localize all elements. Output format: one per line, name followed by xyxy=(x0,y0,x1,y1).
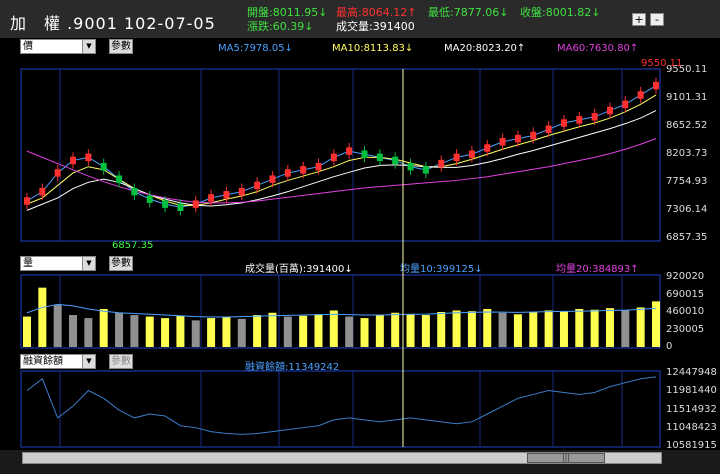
candle-body xyxy=(284,169,291,177)
volume-bar xyxy=(268,312,277,347)
volume-bar xyxy=(375,315,384,347)
ma-line-ma10 xyxy=(26,94,657,206)
candle-body xyxy=(70,156,77,165)
candle-body xyxy=(208,194,215,202)
volume-bar xyxy=(23,316,31,347)
volume-bar xyxy=(621,310,630,347)
candle-body xyxy=(576,116,583,124)
chart-canvas[interactable] xyxy=(0,0,720,474)
candle-body xyxy=(653,81,659,90)
candle-body xyxy=(254,181,261,190)
candle-body xyxy=(514,134,521,143)
volume-bar xyxy=(421,315,430,347)
candle-body xyxy=(453,153,460,162)
candle-body xyxy=(438,159,445,168)
volume-bar xyxy=(314,314,323,347)
volume-bar xyxy=(467,311,476,347)
ma-line-ma60 xyxy=(26,138,657,204)
candle-body xyxy=(315,162,322,171)
volume-bar xyxy=(99,308,108,347)
volume-bar xyxy=(544,310,553,347)
candle-body xyxy=(606,106,613,115)
volume-bar xyxy=(559,311,568,347)
candle-body xyxy=(85,153,92,162)
volume-bar xyxy=(529,312,538,347)
candle-body xyxy=(422,166,429,174)
candle-body xyxy=(407,162,414,171)
volume-bar xyxy=(176,315,185,347)
candle-body xyxy=(499,138,506,146)
volume-bar xyxy=(498,312,507,347)
candle-body xyxy=(484,144,491,152)
candle-body xyxy=(346,147,353,155)
candle-body xyxy=(100,162,107,171)
volume-bar xyxy=(145,316,154,347)
candle-body xyxy=(131,187,138,196)
candle-body xyxy=(376,153,383,162)
volume-bar xyxy=(360,318,369,347)
candle-body xyxy=(591,113,598,121)
volume-bar xyxy=(406,314,415,347)
candle-body xyxy=(300,166,307,174)
volume-bar xyxy=(483,308,492,347)
volume-bar xyxy=(513,314,522,347)
volume-bar xyxy=(605,308,614,347)
candle-body xyxy=(223,191,230,199)
volume-bar xyxy=(299,315,308,347)
volume-bar xyxy=(222,316,231,347)
candle-body xyxy=(622,100,629,109)
candle-body xyxy=(192,200,199,208)
ma-line-ma5 xyxy=(26,85,657,208)
candle-body xyxy=(545,125,552,134)
volume-bar xyxy=(38,287,47,347)
candle-body xyxy=(146,195,153,203)
volume-bar xyxy=(161,318,170,347)
margin-balance-line xyxy=(26,376,657,435)
volume-bar xyxy=(207,318,216,347)
volume-bar xyxy=(84,318,93,347)
candle-body xyxy=(637,91,644,99)
candle-body xyxy=(39,187,46,196)
candle-body xyxy=(24,197,30,205)
volume-bar xyxy=(590,309,599,347)
volume-bar xyxy=(69,315,78,347)
volume-bar xyxy=(452,310,461,347)
candle-body xyxy=(468,150,475,158)
candle-body xyxy=(269,175,276,183)
volume-bar xyxy=(345,316,354,347)
volume-bar xyxy=(115,312,124,347)
candle-body xyxy=(392,156,399,165)
candle-body xyxy=(530,131,537,140)
volume-bar xyxy=(636,307,645,347)
volume-bar xyxy=(437,312,446,347)
candle-body xyxy=(116,175,123,183)
volume-bar xyxy=(53,305,62,347)
candle-body xyxy=(560,119,567,127)
candle-body xyxy=(162,200,169,208)
volume-bar xyxy=(130,315,139,347)
volume-bar xyxy=(237,318,246,347)
volume-bar xyxy=(575,308,584,347)
volume-bar xyxy=(253,315,262,347)
volume-bar xyxy=(391,312,400,347)
scroll-thumb[interactable]: ||| xyxy=(527,453,605,463)
candle-body xyxy=(177,203,184,212)
candle-body xyxy=(54,169,61,177)
volume-bar xyxy=(283,316,292,347)
candle-body xyxy=(238,187,245,196)
candle-body xyxy=(361,150,368,158)
candle-body xyxy=(330,153,337,162)
volume-bar xyxy=(329,310,338,347)
volume-bar xyxy=(191,320,200,347)
